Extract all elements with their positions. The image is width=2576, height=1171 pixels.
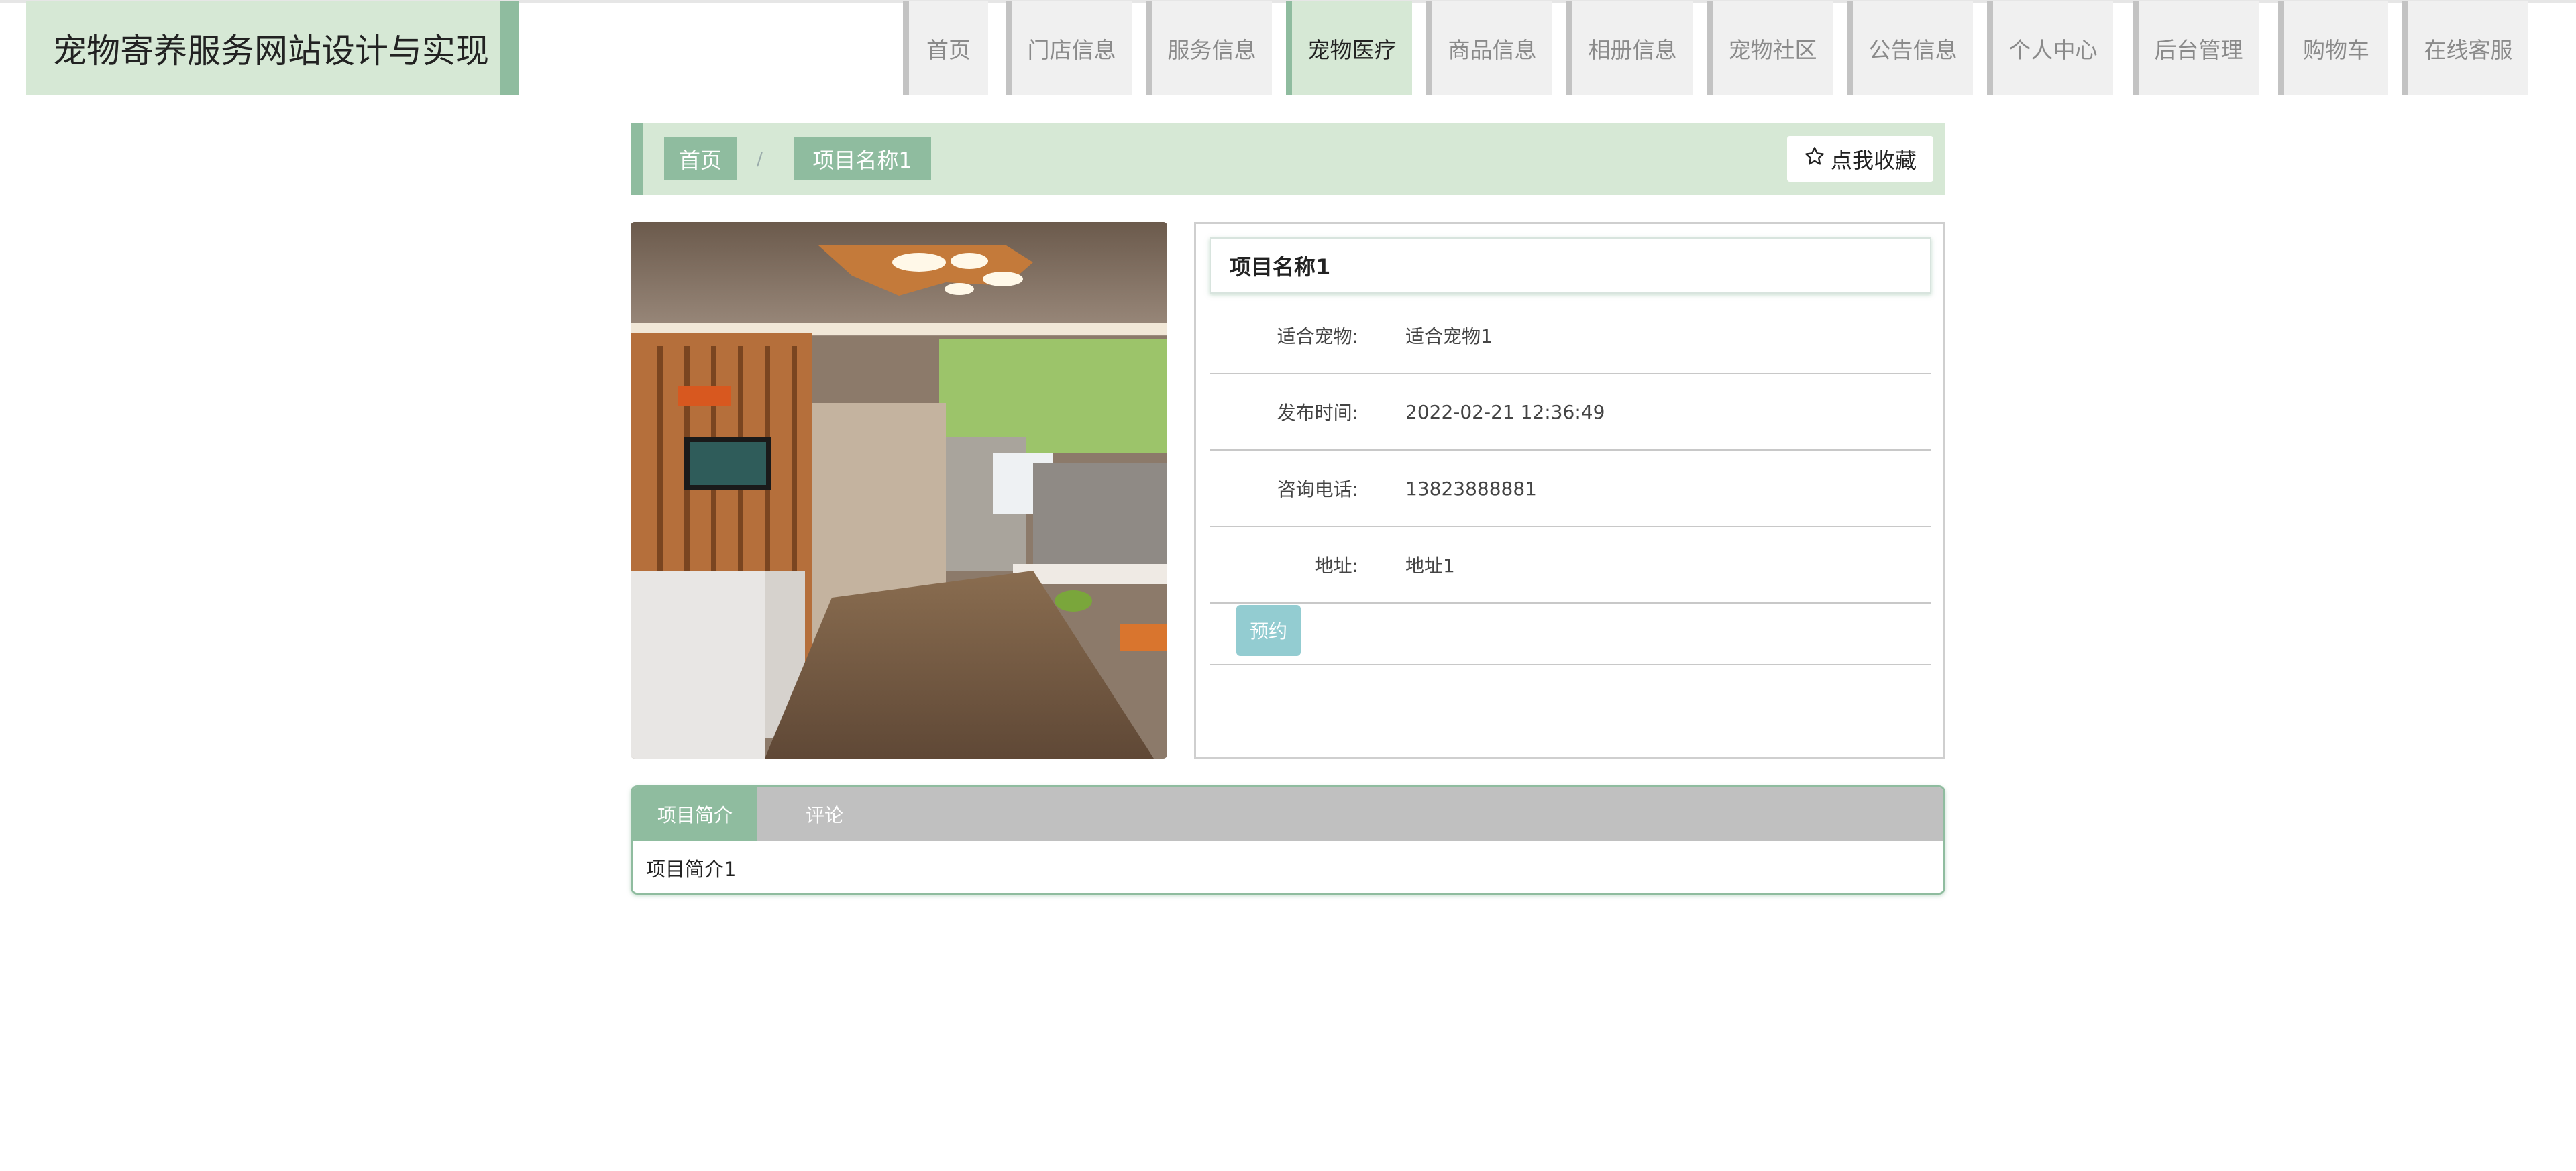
tab-comments[interactable]: 评论	[757, 787, 892, 841]
nav-community[interactable]: 宠物社区	[1707, 1, 1833, 95]
nav-pet-medical[interactable]: 宠物医疗	[1286, 1, 1412, 95]
site-title: 宠物寄养服务网站设计与实现	[26, 1, 519, 95]
divider	[1210, 664, 1931, 665]
breadcrumb: 首页 / 项目名称1 点我收藏	[631, 123, 1945, 195]
tab-project-intro[interactable]: 项目简介	[633, 787, 757, 841]
breadcrumb-separator: /	[757, 150, 763, 170]
info-row-pet-type: 适合宠物: 适合宠物1	[1210, 298, 1931, 374]
nav-customer-service[interactable]: 在线客服	[2402, 1, 2528, 95]
field-value: 地址1	[1405, 555, 1455, 577]
detail-tabs: 项目简介 评论 项目简介1	[631, 785, 1945, 895]
nav-admin[interactable]: 后台管理	[2133, 1, 2259, 95]
tab-strip: 项目简介 评论	[633, 787, 1943, 841]
project-image	[631, 222, 1167, 759]
tab-content: 项目简介1	[633, 841, 1943, 893]
nav-cart[interactable]: 购物车	[2278, 1, 2388, 95]
info-row-publish-time: 发布时间: 2022-02-21 12:36:49	[1210, 374, 1931, 451]
nav-album[interactable]: 相册信息	[1566, 1, 1693, 95]
breadcrumb-home[interactable]: 首页	[664, 137, 737, 180]
field-value: 适合宠物1	[1405, 325, 1493, 347]
book-button[interactable]: 预约	[1236, 605, 1301, 656]
field-label: 地址:	[1314, 555, 1358, 577]
nav-stores[interactable]: 门店信息	[1006, 1, 1132, 95]
info-row-address: 地址: 地址1	[1210, 527, 1931, 604]
project-name: 项目名称1	[1210, 237, 1931, 294]
field-value: 2022-02-21 12:36:49	[1405, 400, 1605, 423]
field-label: 发布时间:	[1277, 402, 1358, 424]
nav-announcements[interactable]: 公告信息	[1847, 1, 1973, 95]
nav-services[interactable]: 服务信息	[1146, 1, 1272, 95]
nav-user-center[interactable]: 个人中心	[1987, 1, 2113, 95]
favorite-button[interactable]: 点我收藏	[1787, 136, 1933, 182]
field-label: 适合宠物:	[1277, 325, 1358, 347]
field-label: 咨询电话:	[1277, 478, 1358, 500]
nav-products[interactable]: 商品信息	[1426, 1, 1552, 95]
field-value: 13823888881	[1405, 477, 1537, 500]
star-icon	[1804, 146, 1825, 172]
favorite-label: 点我收藏	[1830, 148, 1917, 173]
project-info-panel: 项目名称1 适合宠物: 适合宠物1 发布时间: 2022-02-21 12:36…	[1194, 222, 1945, 759]
info-row-phone: 咨询电话: 13823888881	[1210, 451, 1931, 527]
nav-home[interactable]: 首页	[903, 1, 988, 95]
main-nav: 首页 门店信息 服务信息 宠物医疗 商品信息 相册信息 宠物社区 公告信息 个人…	[903, 1, 2528, 95]
breadcrumb-current[interactable]: 项目名称1	[794, 137, 931, 180]
